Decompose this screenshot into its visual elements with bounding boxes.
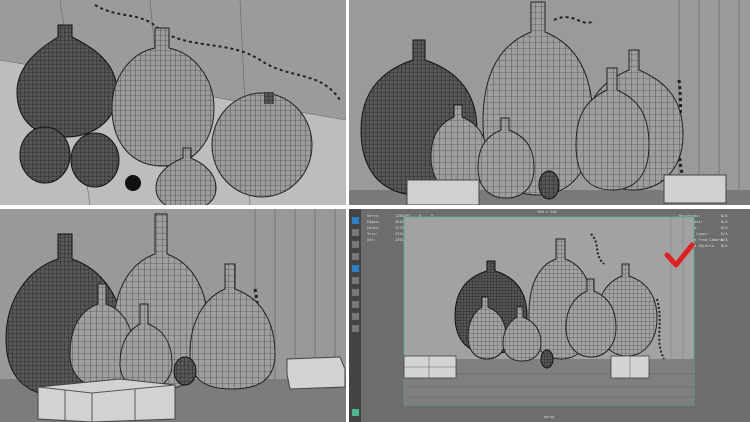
svg-text:N/A: N/A — [721, 220, 728, 224]
bottle-round-right — [211, 92, 313, 198]
box-left — [37, 378, 176, 422]
layout-icon[interactable] — [352, 325, 359, 332]
box-left — [403, 355, 457, 379]
scale-tool-icon[interactable] — [352, 253, 359, 260]
svg-text:N/A: N/A — [721, 244, 728, 248]
select-tool-icon[interactable] — [352, 217, 359, 224]
viewport-bottom-left-angle[interactable] — [0, 209, 346, 422]
tool-shelf[interactable] — [349, 209, 361, 422]
rotate-tool-icon[interactable] — [352, 241, 359, 248]
svg-text:Faces:: Faces: — [367, 226, 380, 230]
box-right — [663, 174, 727, 204]
box-right — [610, 355, 650, 379]
svg-text:Verts:: Verts: — [367, 214, 380, 218]
layout-icon[interactable] — [352, 289, 359, 296]
svg-text:N/A: N/A — [721, 226, 728, 230]
svg-text:N/A: N/A — [721, 214, 728, 218]
viewport-top-left-perspective[interactable] — [0, 0, 346, 205]
viewport-top-right-front[interactable] — [349, 0, 750, 205]
svg-text:UVs:: UVs: — [367, 238, 376, 242]
resolution-gate — [403, 216, 695, 406]
box-right — [286, 356, 346, 390]
layout-icon[interactable] — [352, 277, 359, 284]
status-icon — [352, 409, 359, 416]
layout-icon[interactable] — [352, 265, 359, 272]
layout-icon[interactable] — [352, 301, 359, 308]
camera-name-label: persp — [544, 415, 555, 419]
svg-text:N/A: N/A — [721, 238, 728, 242]
svg-text:Tris:: Tris: — [367, 232, 378, 236]
box-left — [406, 179, 480, 205]
move-tool-icon[interactable] — [352, 229, 359, 236]
resolution-gate-label: 960 x 540 — [537, 210, 556, 214]
viewport-bottom-right-render-view[interactable]: Verts: 1356493 0 0 Edges: 2645881 0 0 Fa… — [349, 209, 750, 422]
svg-text:Edges:: Edges: — [367, 220, 380, 224]
svg-text:N/A: N/A — [721, 232, 728, 236]
layout-icon[interactable] — [352, 313, 359, 320]
